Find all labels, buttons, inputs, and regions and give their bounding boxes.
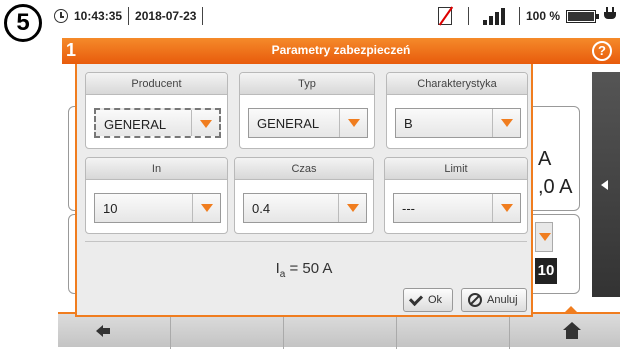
charakterystyka-label: Charakterystyka <box>387 73 527 95</box>
cancel-button[interactable]: Anuluj <box>461 288 527 312</box>
charakterystyka-select[interactable]: B <box>395 108 521 138</box>
result-value: = 50 A <box>285 260 333 277</box>
dropdown-arrow-icon <box>492 109 520 137</box>
typ-label: Typ <box>240 73 374 95</box>
limit-select[interactable]: --- <box>393 193 521 223</box>
czas-label: Czas <box>235 158 373 180</box>
divider <box>128 7 130 25</box>
dropdown-arrow-icon <box>492 194 520 222</box>
help-icon[interactable]: ? <box>592 41 612 61</box>
dropdown-arrow-icon <box>191 110 219 136</box>
title-bar: 1 Parametry zabezpieczeń ? <box>62 38 620 64</box>
status-date: 2018-07-23 <box>135 9 197 23</box>
dropdown-arrow-icon <box>339 109 367 137</box>
ok-label: Ok <box>428 294 443 306</box>
step-number-badge: 5 <box>4 4 42 42</box>
in-label: In <box>86 158 227 180</box>
producent-label: Producent <box>86 73 227 95</box>
back-button[interactable] <box>58 314 171 349</box>
background-value-box: 10 <box>535 258 557 284</box>
divider <box>202 7 204 25</box>
charakterystyka-group: Charakterystyka B <box>386 72 528 149</box>
toolbar-slot[interactable] <box>397 314 510 349</box>
bottom-toolbar <box>58 306 620 349</box>
dialog-title: Parametry zabezpieczeń <box>271 43 411 57</box>
back-arrow-icon <box>96 325 110 337</box>
in-select[interactable]: 10 <box>94 193 221 223</box>
battery-icon <box>566 9 599 23</box>
status-time: 10:43:35 <box>74 9 123 23</box>
dropdown-arrow-icon <box>192 194 220 222</box>
ok-button[interactable]: Ok <box>403 288 453 312</box>
protection-parameters-dialog: Producent GENERAL Typ GENERAL Charaktery… <box>75 64 533 317</box>
clock-icon <box>54 9 68 23</box>
check-icon <box>408 291 424 306</box>
battery-percentage: 100 % <box>525 9 560 23</box>
power-plug-icon <box>604 7 616 25</box>
typ-group: Typ GENERAL <box>239 72 375 149</box>
signal-strength-icon <box>482 7 505 25</box>
limit-group: Limit --- <box>384 157 528 234</box>
czas-group: Czas 0.4 <box>234 157 374 234</box>
toolbar-slot[interactable] <box>284 314 397 349</box>
producent-group: Producent GENERAL <box>85 72 228 149</box>
chevron-left-icon <box>601 180 608 190</box>
side-panel-toggle[interactable] <box>592 72 620 297</box>
cancel-label: Anuluj <box>487 294 518 306</box>
divider <box>467 7 469 25</box>
limit-label: Limit <box>385 158 527 180</box>
divider <box>518 7 520 25</box>
limit-value: --- <box>402 201 415 216</box>
cancel-icon <box>468 293 482 307</box>
background-dropdown[interactable] <box>535 222 553 252</box>
background-value: A <box>538 148 552 170</box>
result-current: Ia = 50 A <box>77 260 531 280</box>
home-icon <box>563 322 581 340</box>
in-value: 10 <box>103 201 118 216</box>
no-sim-icon <box>437 7 452 25</box>
czas-value: 0.4 <box>252 201 271 216</box>
czas-select[interactable]: 0.4 <box>243 193 367 223</box>
background-value: ,0 A <box>538 176 573 198</box>
producent-select[interactable]: GENERAL <box>94 108 221 138</box>
charakterystyka-value: B <box>404 116 413 131</box>
toolbar-slot[interactable] <box>171 314 284 349</box>
active-indicator <box>563 306 579 314</box>
typ-value: GENERAL <box>257 116 320 131</box>
typ-select[interactable]: GENERAL <box>248 108 368 138</box>
in-group: In 10 <box>85 157 228 234</box>
status-bar: 10:43:35 2018-07-23 100 % <box>50 0 620 32</box>
divider <box>85 241 527 242</box>
producent-value: GENERAL <box>104 117 167 132</box>
dropdown-arrow-icon <box>338 194 366 222</box>
